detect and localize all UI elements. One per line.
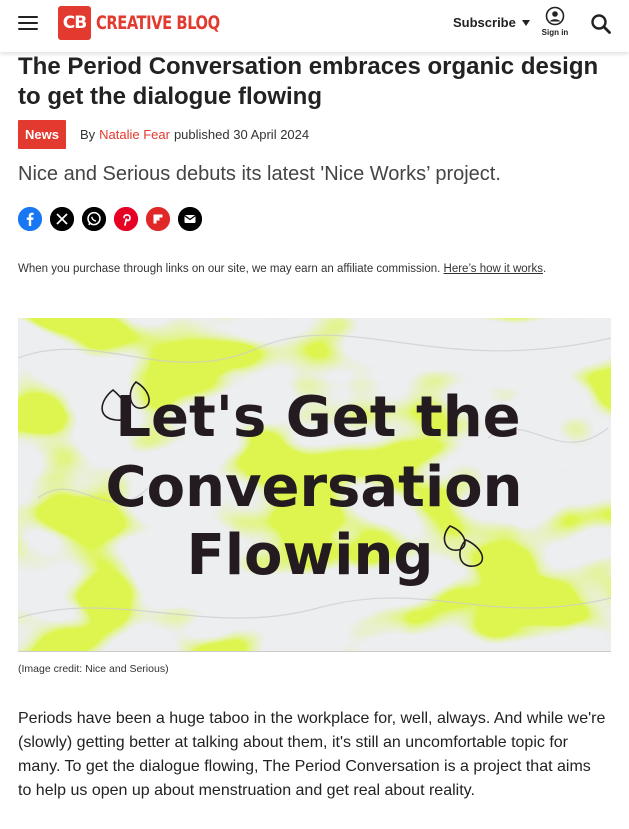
subscribe-button[interactable]: Subscribe: [453, 15, 530, 30]
logo-badge: CB: [58, 6, 91, 40]
flipboard-icon[interactable]: [146, 207, 170, 231]
hero-image: Let's Get the Conversation Flowing: [18, 318, 611, 652]
whatsapp-icon[interactable]: [82, 207, 106, 231]
logo-wordmark: CREATIVE BLOQ: [96, 12, 220, 34]
hamburger-menu-icon[interactable]: [18, 16, 38, 32]
image-credit: (Image credit: Nice and Serious): [18, 663, 169, 675]
byline-by: By: [79, 127, 96, 142]
chevron-down-icon: [521, 20, 530, 26]
article-body-paragraph: Periods have been a huge taboo in the wo…: [18, 710, 606, 799]
share-bar: [18, 207, 202, 231]
subscribe-label: Subscribe: [453, 15, 516, 30]
user-icon: [545, 6, 565, 26]
pinterest-icon[interactable]: [114, 207, 138, 231]
article-headline: The Period Conversation embraces organic…: [18, 53, 599, 110]
search-icon[interactable]: [590, 13, 612, 40]
affiliate-period: .: [543, 263, 547, 275]
hero-line-3: Flowing: [187, 523, 434, 588]
affiliate-text: When you purchase through links on our s…: [18, 263, 441, 275]
sign-in-label: Sign in: [541, 28, 569, 37]
article-standfirst: Nice and Serious debuts its latest 'Nice…: [18, 163, 501, 185]
hero-line-1: Let's Get the: [115, 385, 520, 450]
email-icon[interactable]: [178, 207, 202, 231]
author-link[interactable]: Natalie Fear: [99, 127, 170, 142]
site-header: CB CREATIVE BLOQ Subscribe Sign in: [0, 0, 629, 52]
affiliate-disclaimer: When you purchase through links on our s…: [18, 263, 546, 275]
hero-line-2: Conversation: [106, 455, 523, 520]
site-logo[interactable]: CB CREATIVE BLOQ: [58, 6, 240, 40]
sign-in-button[interactable]: Sign in: [539, 6, 571, 37]
category-tag[interactable]: News: [18, 120, 66, 149]
byline: News By Natalie Fear published 30 April …: [18, 120, 309, 149]
x-icon[interactable]: [50, 207, 74, 231]
affiliate-link[interactable]: Here’s how it works: [444, 263, 544, 275]
published-date: published 30 April 2024: [173, 127, 310, 142]
facebook-icon[interactable]: [18, 207, 42, 231]
